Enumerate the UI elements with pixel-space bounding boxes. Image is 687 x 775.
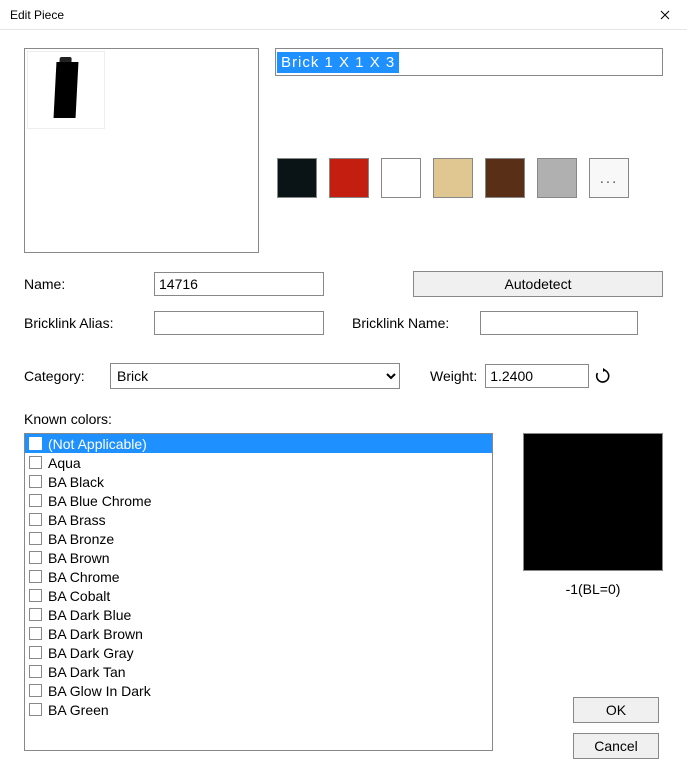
checkbox[interactable] (29, 627, 42, 640)
color-item-label: BA Dark Brown (48, 626, 143, 642)
color-item-label: Aqua (48, 455, 81, 471)
window-title: Edit Piece (10, 8, 64, 22)
color-item-label: BA Cobalt (48, 588, 110, 604)
color-item[interactable]: BA Chrome (25, 567, 492, 586)
piece-preview (24, 48, 259, 253)
color-item-label: BA Dark Tan (48, 664, 126, 680)
checkbox[interactable] (29, 513, 42, 526)
color-item[interactable]: BA Brass (25, 510, 492, 529)
piece-thumbnail (27, 51, 105, 129)
autodetect-button[interactable]: Autodetect (413, 271, 663, 297)
color-item-label: BA Bronze (48, 531, 114, 547)
checkbox[interactable] (29, 475, 42, 488)
cancel-button[interactable]: Cancel (573, 733, 659, 759)
color-item[interactable]: BA Cobalt (25, 586, 492, 605)
checkbox[interactable] (29, 551, 42, 564)
color-item[interactable]: BA Black (25, 472, 492, 491)
bricklink-alias-label: Bricklink Alias: (24, 315, 154, 331)
color-item-label: BA Brass (48, 512, 106, 528)
color-item[interactable]: BA Green (25, 700, 492, 719)
checkbox[interactable] (29, 494, 42, 507)
checkbox[interactable] (29, 456, 42, 469)
color-item-label: BA Dark Blue (48, 607, 131, 623)
swatch-black[interactable] (277, 158, 317, 198)
name-label: Name: (24, 276, 154, 292)
known-colors-list[interactable]: (Not Applicable) Aqua BA Black BA Blue Chro… (24, 433, 493, 751)
color-item[interactable]: (Not Applicable) (25, 434, 492, 453)
color-item-label: BA Dark Gray (48, 645, 134, 661)
color-item-label: (Not Applicable) (48, 436, 147, 452)
swatch-gray[interactable] (537, 158, 577, 198)
swatch-white[interactable] (381, 158, 421, 198)
known-colors-label: Known colors: (24, 411, 663, 427)
swatch-tan[interactable] (433, 158, 473, 198)
color-code: -1(BL=0) (566, 581, 621, 597)
checkbox[interactable] (29, 665, 42, 678)
color-item[interactable]: BA Dark Blue (25, 605, 492, 624)
bricklink-alias-input[interactable] (154, 311, 324, 335)
titlebar: Edit Piece (0, 0, 687, 30)
name-input[interactable] (154, 272, 324, 296)
refresh-icon (595, 368, 611, 384)
refresh-button[interactable] (595, 368, 611, 384)
color-item-label: BA Brown (48, 550, 109, 566)
color-item-label: BA Black (48, 474, 104, 490)
swatch-brown[interactable] (485, 158, 525, 198)
color-item-label: BA Green (48, 702, 109, 718)
color-item[interactable]: BA Dark Tan (25, 662, 492, 681)
description-input[interactable]: Brick 1 X 1 X 3 (275, 48, 663, 76)
color-swatches: ... (275, 158, 663, 198)
category-select[interactable]: Brick (110, 363, 400, 389)
description-text: Brick 1 X 1 X 3 (277, 52, 399, 73)
checkbox[interactable] (29, 532, 42, 545)
color-item[interactable]: BA Brown (25, 548, 492, 567)
close-icon (660, 10, 670, 20)
weight-label: Weight: (430, 368, 477, 384)
close-button[interactable] (642, 0, 687, 30)
color-item-label: BA Chrome (48, 569, 120, 585)
color-item[interactable]: BA Dark Gray (25, 643, 492, 662)
swatch-more[interactable]: ... (589, 158, 629, 198)
bricklink-name-input[interactable] (480, 311, 638, 335)
checkbox[interactable] (29, 589, 42, 602)
checkbox[interactable] (29, 608, 42, 621)
checkbox[interactable] (29, 437, 42, 450)
color-item[interactable]: BA Bronze (25, 529, 492, 548)
dialog-content: Brick 1 X 1 X 3 ... Name: Autodetect Bri… (0, 30, 687, 761)
checkbox[interactable] (29, 703, 42, 716)
color-preview (523, 433, 663, 571)
color-item[interactable]: BA Glow In Dark (25, 681, 492, 700)
checkbox[interactable] (29, 646, 42, 659)
ok-button[interactable]: OK (573, 697, 659, 723)
color-item[interactable]: Aqua (25, 453, 492, 472)
color-item-label: BA Blue Chrome (48, 493, 152, 509)
bricklink-name-label: Bricklink Name: (352, 315, 472, 331)
weight-input[interactable] (485, 364, 589, 388)
checkbox[interactable] (29, 570, 42, 583)
category-label: Category: (24, 368, 102, 384)
checkbox[interactable] (29, 684, 42, 697)
color-item[interactable]: BA Dark Brown (25, 624, 492, 643)
color-item-label: BA Glow In Dark (48, 683, 151, 699)
brick-icon (54, 62, 79, 118)
swatch-red[interactable] (329, 158, 369, 198)
color-item[interactable]: BA Blue Chrome (25, 491, 492, 510)
